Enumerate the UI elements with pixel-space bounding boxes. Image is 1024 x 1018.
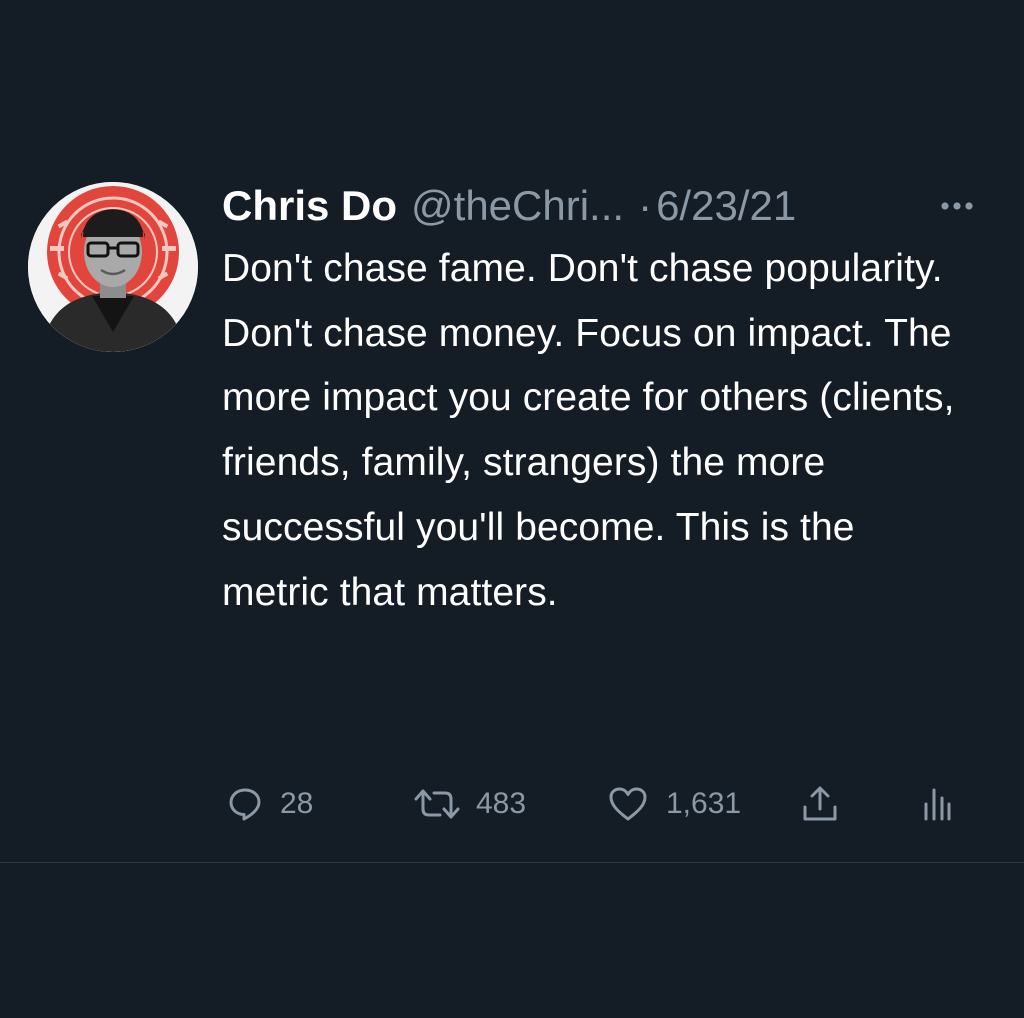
tweet-content: Chris Do @theChri... · 6/23/21 Don't cha…	[222, 176, 1002, 625]
like-button[interactable]: 1,631	[608, 774, 741, 834]
retweet-button[interactable]: 483	[412, 774, 526, 834]
analytics-icon	[924, 788, 951, 821]
tweet[interactable]: Chris Do @theChri... · 6/23/21 Don't cha…	[0, 0, 1024, 862]
reply-button[interactable]: 28	[228, 774, 313, 834]
share-button[interactable]	[800, 774, 840, 834]
more-dots-icon	[941, 202, 973, 210]
tweet-date[interactable]: 6/23/21	[656, 176, 796, 236]
more-options-button[interactable]	[934, 176, 980, 236]
like-count: 1,631	[666, 787, 742, 820]
profile-photo	[28, 182, 198, 352]
tweet-divider	[0, 862, 1024, 863]
avatar[interactable]	[28, 182, 198, 352]
tweet-text: Don't chase fame. Don't chase popularity…	[222, 247, 955, 614]
user-handle[interactable]: @theChri...	[411, 176, 624, 236]
heart-icon	[609, 787, 647, 821]
share-icon	[803, 786, 837, 821]
retweet-icon	[414, 789, 460, 819]
tweet-actions: 28 483 1,631	[222, 774, 982, 834]
reply-count: 28	[280, 787, 314, 820]
reply-icon	[229, 788, 261, 821]
analytics-button[interactable]	[922, 774, 952, 834]
tweet-header: Chris Do @theChri... · 6/23/21	[222, 176, 1002, 236]
display-name[interactable]: Chris Do	[222, 176, 397, 236]
retweet-count: 483	[476, 787, 527, 820]
separator-dot: ·	[638, 182, 653, 229]
